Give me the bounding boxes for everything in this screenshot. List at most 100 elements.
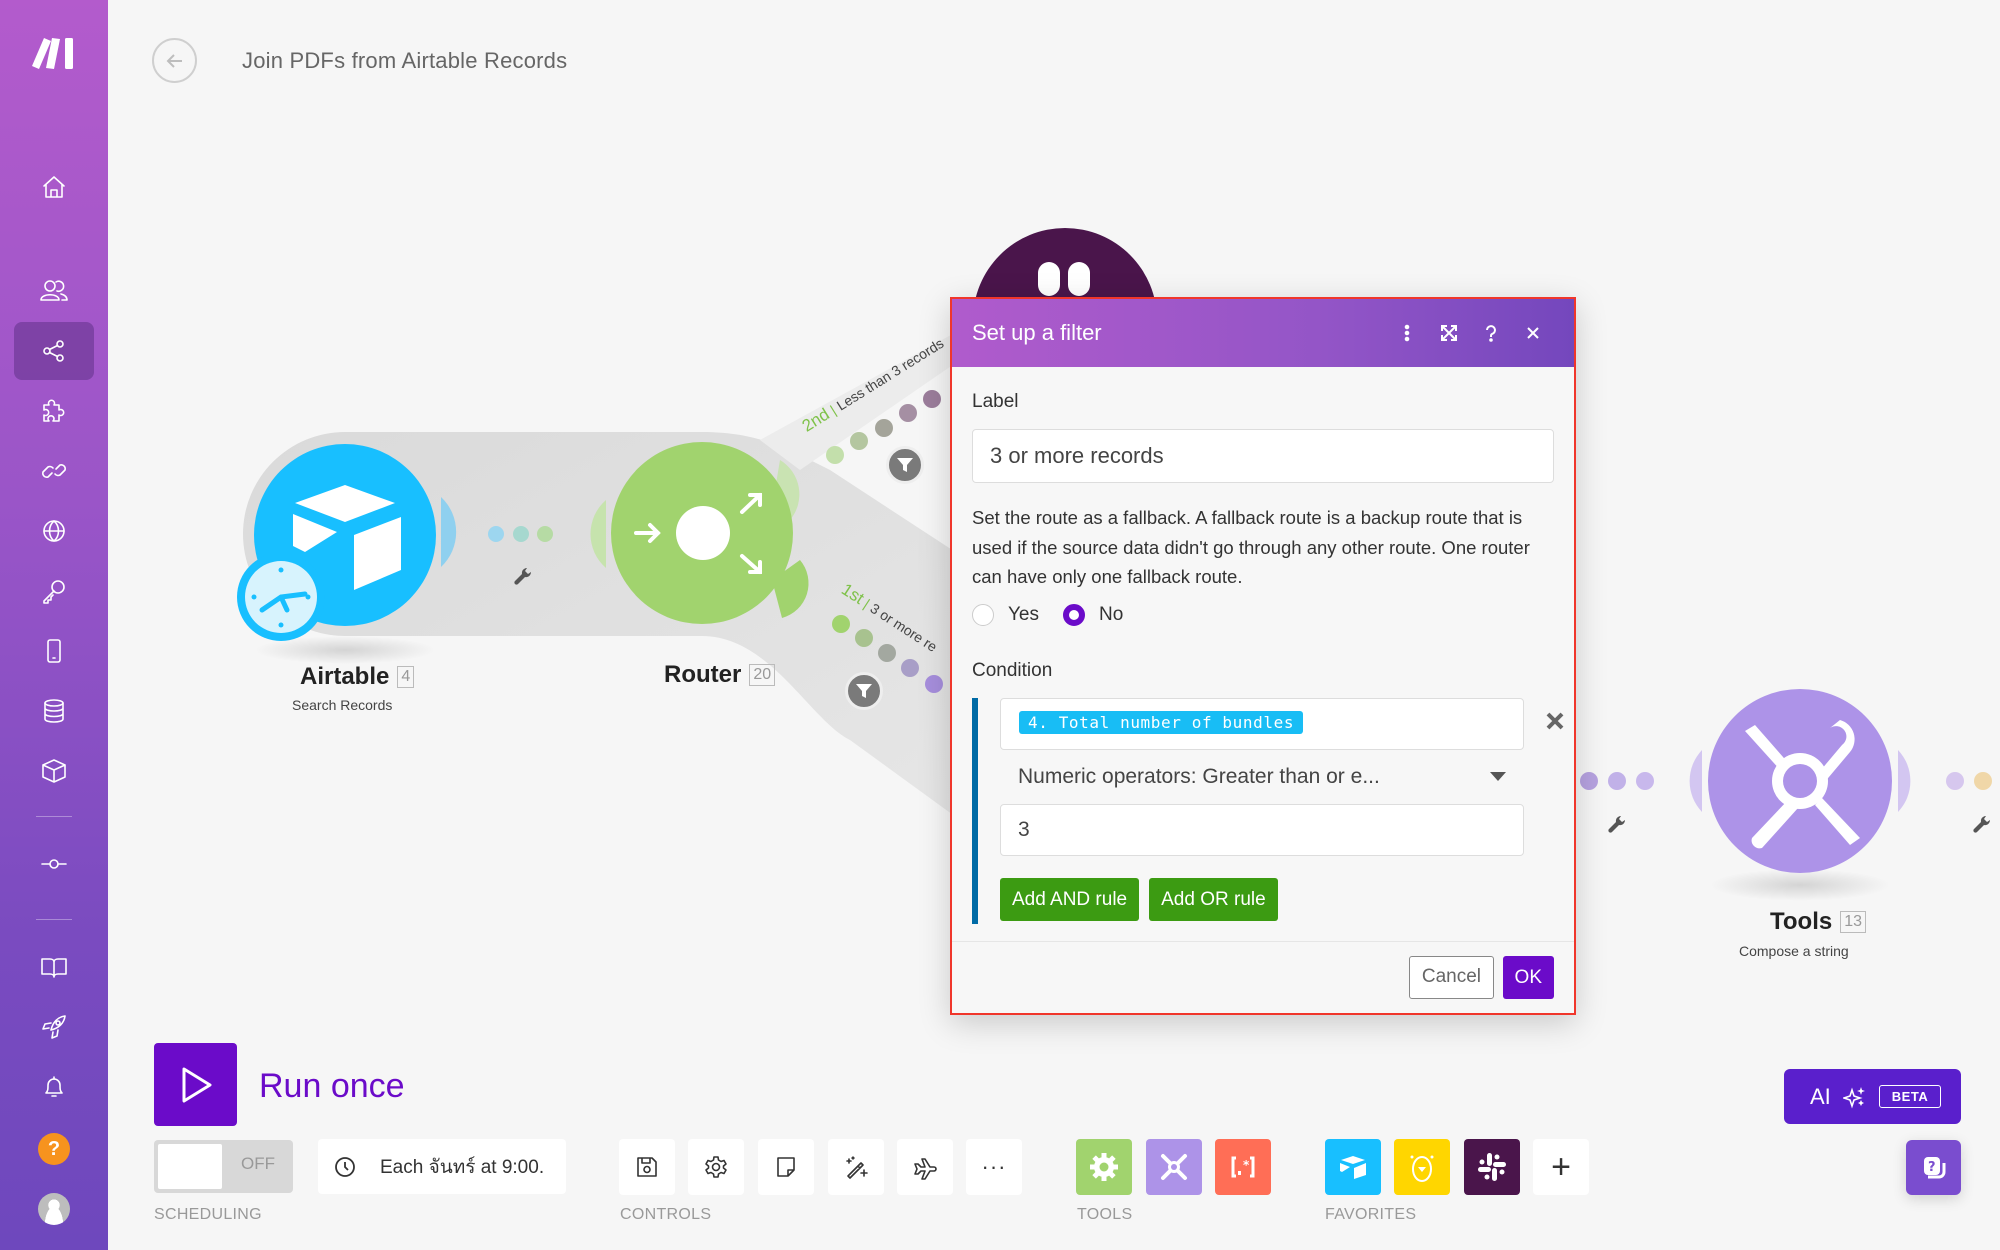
add-or-rule-button[interactable]: Add OR rule bbox=[1149, 877, 1278, 921]
close-button[interactable] bbox=[1512, 322, 1554, 345]
wrench-icon[interactable] bbox=[513, 566, 533, 586]
fallback-no-radio[interactable] bbox=[1063, 603, 1085, 626]
scheduling-label: SCHEDULING bbox=[154, 1206, 262, 1223]
tools-node-label[interactable]: Tools 13 bbox=[1770, 908, 1867, 936]
run-once-label[interactable]: Run once bbox=[259, 1067, 405, 1106]
sidebar-item-connections[interactable] bbox=[14, 442, 94, 500]
support-button[interactable]: ? bbox=[1906, 1140, 1961, 1195]
favorite-slack-button[interactable] bbox=[1464, 1139, 1520, 1195]
sidebar-item-devices[interactable] bbox=[14, 622, 94, 680]
add-and-rule-button[interactable]: Add AND rule bbox=[1000, 877, 1140, 921]
avatar[interactable] bbox=[38, 1193, 70, 1225]
tools-text-parser-button[interactable]: * bbox=[1215, 1139, 1271, 1195]
dialog-header: Set up a filter bbox=[952, 299, 1574, 367]
ai-assistant-button[interactable]: AI BETA bbox=[1784, 1069, 1961, 1124]
tools-tools-button[interactable] bbox=[1146, 1139, 1202, 1195]
sidebar-item-webhooks[interactable] bbox=[14, 502, 94, 560]
route-order: 2nd bbox=[798, 404, 833, 436]
sidebar-item-templates[interactable] bbox=[14, 382, 94, 440]
sidebar-item-docs[interactable] bbox=[14, 938, 94, 996]
condition-value-input[interactable]: 3 bbox=[1000, 803, 1524, 856]
cube-icon bbox=[42, 759, 66, 783]
favorite-airtable-button[interactable] bbox=[1325, 1139, 1381, 1195]
sidebar-item-data-structures[interactable] bbox=[14, 742, 94, 800]
condition-operand-field[interactable]: 4. Total number of bundles bbox=[1000, 697, 1524, 750]
node-name: Tools bbox=[1770, 908, 1833, 935]
route-label-2nd[interactable]: 2nd|Less than 3 records bbox=[799, 333, 948, 436]
svg-text:?: ? bbox=[1928, 1160, 1936, 1175]
scheduling-toggle[interactable]: OFF bbox=[154, 1140, 293, 1193]
favorites-label: FAVORITES bbox=[1325, 1206, 1417, 1223]
schedule-text: Each จันทร์ at 9:00. bbox=[380, 1156, 545, 1178]
book-icon bbox=[41, 958, 67, 978]
mobile-icon bbox=[47, 639, 61, 663]
help-button[interactable] bbox=[1470, 322, 1512, 345]
puzzle-icon bbox=[43, 399, 65, 422]
label-input[interactable]: 3 or more records bbox=[972, 429, 1554, 483]
cancel-button[interactable]: Cancel bbox=[1408, 956, 1494, 999]
key-icon bbox=[43, 580, 65, 604]
sidebar-item-flow-control[interactable] bbox=[14, 835, 94, 893]
expand-button[interactable] bbox=[1428, 322, 1470, 345]
help-icon[interactable]: ? bbox=[38, 1133, 70, 1165]
airtable-logo bbox=[293, 485, 401, 590]
question-icon bbox=[1486, 325, 1496, 343]
sidebar-item-whats-new[interactable] bbox=[14, 998, 94, 1056]
more-controls-button[interactable]: ··· bbox=[966, 1139, 1022, 1195]
airtable-out-handle bbox=[441, 497, 457, 567]
wrench-icon[interactable] bbox=[1607, 814, 1627, 834]
make-logo[interactable] bbox=[30, 36, 80, 70]
sidebar-item-notifications[interactable] bbox=[14, 1058, 94, 1116]
tools-flow-control-button[interactable] bbox=[1076, 1139, 1132, 1195]
filter-icon[interactable] bbox=[845, 672, 883, 710]
explain-flow-button[interactable] bbox=[897, 1139, 953, 1195]
route-label-1st[interactable]: 1st|3 or more re bbox=[838, 580, 942, 657]
notes-button[interactable] bbox=[758, 1139, 814, 1195]
controls-label: CONTROLS bbox=[620, 1206, 712, 1223]
play-icon bbox=[182, 1067, 211, 1102]
airtable-node-subtitle: Search Records bbox=[292, 697, 393, 713]
node-id-badge: 20 bbox=[749, 664, 776, 686]
sidebar-item-team[interactable] bbox=[14, 262, 94, 320]
airtable-node-label[interactable]: Airtable 4 bbox=[300, 663, 415, 691]
sidebar-item-home[interactable] bbox=[14, 158, 94, 216]
airtable-node bbox=[254, 444, 436, 626]
node-id-badge: 13 bbox=[1840, 911, 1867, 933]
wrench-screwdriver-icon bbox=[1161, 1154, 1187, 1180]
bear-icon bbox=[1410, 1155, 1434, 1182]
add-favorite-button[interactable]: + bbox=[1533, 1139, 1589, 1195]
sidebar-item-data-stores[interactable] bbox=[14, 682, 94, 740]
notes-icon bbox=[777, 1157, 795, 1177]
sidebar-item-keys[interactable] bbox=[14, 562, 94, 620]
run-once-button[interactable] bbox=[154, 1043, 237, 1126]
link-icon bbox=[42, 464, 66, 478]
remove-rule-button[interactable] bbox=[1544, 710, 1568, 734]
sidebar: ? bbox=[0, 0, 108, 1250]
operator-select[interactable]: Numeric operators: Greater than or e... bbox=[1000, 750, 1524, 804]
route-text: 3 or more re bbox=[867, 599, 941, 655]
save-button[interactable] bbox=[619, 1139, 675, 1195]
auto-align-button[interactable] bbox=[828, 1139, 884, 1195]
scenario-settings-button[interactable] bbox=[688, 1139, 744, 1195]
ai-label: AI bbox=[1810, 1083, 1831, 1109]
fallback-yes-radio[interactable] bbox=[972, 603, 994, 626]
share-nodes-icon bbox=[43, 340, 64, 362]
tools-label: TOOLS bbox=[1077, 1206, 1133, 1223]
sidebar-divider bbox=[36, 816, 72, 817]
sidebar-item-scenarios[interactable] bbox=[14, 322, 94, 380]
funnel-icon bbox=[856, 684, 872, 698]
gear-icon bbox=[1090, 1153, 1118, 1181]
regex-icon: * bbox=[1231, 1156, 1255, 1178]
favorite-bear-button[interactable] bbox=[1394, 1139, 1450, 1195]
mapped-value-pill[interactable]: 4. Total number of bundles bbox=[1019, 710, 1304, 734]
radio-label-no: No bbox=[1099, 603, 1124, 625]
sidebar-divider bbox=[36, 919, 72, 920]
more-options-button[interactable] bbox=[1386, 322, 1428, 345]
filter-icon[interactable] bbox=[886, 446, 924, 484]
back-button[interactable] bbox=[152, 38, 197, 83]
schedule-setting[interactable]: Each จันทร์ at 9:00. bbox=[318, 1139, 566, 1194]
ok-button[interactable]: OK bbox=[1502, 956, 1554, 999]
router-node-label[interactable]: Router 20 bbox=[664, 661, 776, 689]
dialog-title: Set up a filter bbox=[972, 320, 1102, 345]
wrench-icon[interactable] bbox=[1972, 814, 1992, 834]
